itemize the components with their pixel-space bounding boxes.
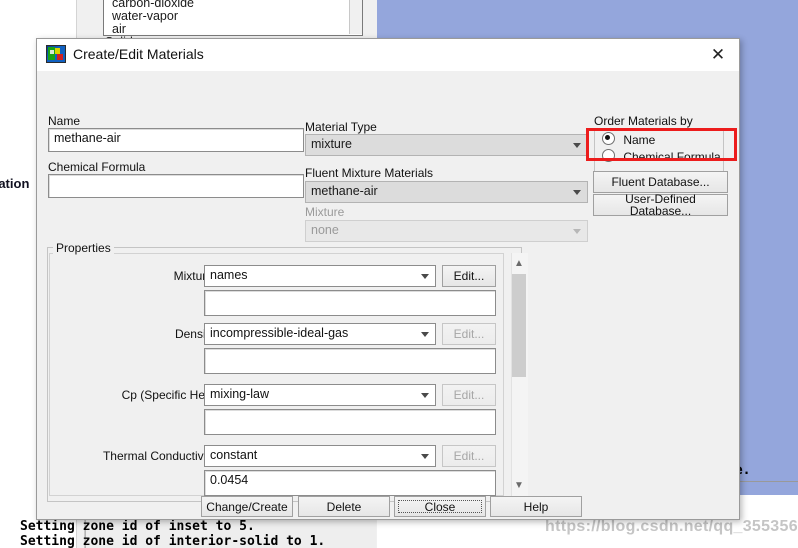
density-combo[interactable]: incompressible-ideal-gas — [204, 323, 436, 345]
thermal-conductivity-value: constant — [210, 448, 258, 462]
cp-specific-heat-edit-button: Edit... — [442, 384, 496, 406]
scroll-down-icon[interactable]: ▼ — [511, 478, 527, 494]
fluent-mixture-materials-label: Fluent Mixture Materials — [305, 166, 434, 180]
mixture-value: none — [311, 223, 339, 237]
cp-specific-heat-combo[interactable]: mixing-law — [204, 384, 436, 406]
dialog-title: Create/Edit Materials — [73, 46, 204, 62]
close-icon[interactable]: ✕ — [709, 46, 727, 64]
cp-specific-heat-value: mixing-law — [210, 387, 270, 401]
user-defined-database-button[interactable]: User-Defined Database... — [593, 193, 728, 217]
background-side-label: tation — [0, 176, 30, 191]
properties-legend: Properties — [53, 241, 114, 255]
density-field[interactable] — [204, 348, 496, 374]
fluent-database-button[interactable]: Fluent Database... — [593, 171, 728, 193]
scroll-up-icon[interactable]: ▲ — [511, 256, 527, 272]
thermal-conductivity-field[interactable]: 0.0454 — [204, 470, 496, 496]
focus-ring — [398, 500, 482, 513]
name-input[interactable]: methane-air — [48, 128, 304, 152]
chevron-down-icon — [421, 274, 429, 279]
chevron-down-icon — [573, 190, 581, 195]
fluent-mixture-materials-combo[interactable]: methane-air — [305, 181, 588, 203]
fluent-app-icon — [46, 45, 66, 63]
mixture-species-edit-button[interactable]: Edit... — [442, 265, 496, 287]
density-value: incompressible-ideal-gas — [210, 326, 349, 340]
material-type-label: Material Type — [305, 120, 377, 134]
chemical-formula-label: Chemical Formula — [48, 160, 146, 174]
list-item[interactable]: water-vapor — [112, 9, 178, 23]
chevron-down-icon — [573, 229, 581, 234]
order-materials-by-label: Order Materials by — [594, 114, 693, 128]
mixture-species-field[interactable] — [204, 290, 496, 316]
material-type-combo[interactable]: mixture — [305, 134, 588, 156]
density-edit-button: Edit... — [442, 323, 496, 345]
fluent-mixture-materials-value: methane-air — [311, 184, 378, 198]
screen: carbon-dioxide water-vapor air Solid tat… — [0, 0, 798, 548]
highlight-annotation-fluent-database — [586, 128, 737, 161]
background-listbox-scrollbar[interactable] — [349, 0, 362, 34]
close-button[interactable]: Close — [394, 496, 486, 517]
console-line: Setting zone id of inset to 5. — [20, 519, 255, 534]
mixture-species-combo[interactable]: names — [204, 265, 436, 287]
dialog-titlebar[interactable]: Create/Edit Materials ✕ — [37, 39, 739, 71]
chemical-formula-input[interactable] — [48, 174, 304, 198]
material-type-value: mixture — [311, 137, 352, 151]
mixture-label: Mixture — [305, 205, 345, 219]
name-label: Name — [48, 114, 81, 128]
list-item[interactable]: air — [112, 22, 126, 36]
properties-scrollbar-thumb[interactable] — [512, 274, 526, 377]
mixture-species-value: names — [210, 268, 248, 282]
thermal-conductivity-combo[interactable]: constant — [204, 445, 436, 467]
help-button[interactable]: Help — [490, 496, 582, 517]
create-edit-materials-dialog: Create/Edit Materials ✕ Name methane-air… — [36, 38, 740, 520]
thermal-conductivity-edit-button: Edit... — [442, 445, 496, 467]
mixture-combo: none — [305, 220, 588, 242]
change-create-button[interactable]: Change/Create — [201, 496, 293, 517]
cp-specific-heat-field[interactable] — [204, 409, 496, 435]
chevron-down-icon — [421, 393, 429, 398]
console-line: Setting zone id of interior-solid to 1. — [20, 534, 326, 548]
chevron-down-icon — [573, 143, 581, 148]
delete-button[interactable]: Delete — [298, 496, 390, 517]
chevron-down-icon — [421, 332, 429, 337]
chevron-down-icon — [421, 454, 429, 459]
